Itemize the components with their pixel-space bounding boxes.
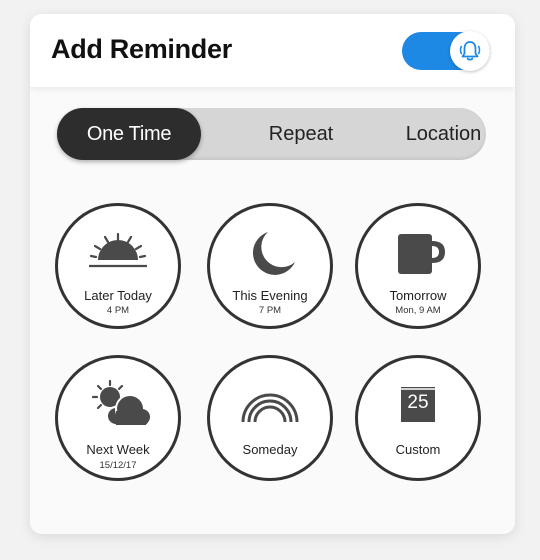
- calendar-icon: 25: [358, 358, 478, 428]
- option-tomorrow[interactable]: Tomorrow Mon, 9 AM: [355, 203, 481, 329]
- option-label: Next Week: [86, 442, 150, 457]
- option-sublabel: 7 PM: [258, 305, 282, 316]
- coffee-mug-icon: [398, 234, 445, 274]
- tab-location[interactable]: Location: [375, 108, 512, 160]
- option-label: This Evening: [232, 288, 308, 303]
- header: Add Reminder: [30, 14, 515, 87]
- option-someday[interactable]: Someday: [207, 355, 333, 481]
- page-title: Add Reminder: [51, 34, 232, 64]
- option-label: Later Today: [84, 288, 152, 303]
- toggle-knob[interactable]: [450, 31, 490, 71]
- calendar-day: 25: [407, 392, 429, 413]
- reminder-card: Add Reminder One Time Repeat Location La…: [30, 14, 515, 534]
- sun-cloud-icon: [91, 379, 150, 426]
- option-this-evening[interactable]: This Evening 7 PM: [207, 203, 333, 329]
- tab-repeat[interactable]: Repeat: [227, 108, 375, 160]
- reminder-type-tabs: One Time Repeat Location: [57, 108, 486, 160]
- sunset-icon: [89, 232, 147, 268]
- option-sublabel: Mon, 9 AM: [395, 305, 441, 316]
- moon-icon: [252, 232, 295, 275]
- option-label: Someday: [242, 442, 298, 457]
- option-sublabel: 4 PM: [106, 305, 130, 316]
- option-next-week[interactable]: Next Week 15/12/17: [55, 355, 181, 481]
- bell-ringing-icon: [459, 41, 481, 61]
- option-later-today[interactable]: Later Today 4 PM: [55, 203, 181, 329]
- rainbow-icon: [241, 393, 299, 423]
- option-label: Custom: [395, 442, 441, 457]
- option-sublabel: 15/12/17: [99, 460, 137, 471]
- reminder-toggle[interactable]: [402, 31, 490, 71]
- option-label: Tomorrow: [389, 288, 447, 303]
- option-custom[interactable]: 25 Custom: [355, 355, 481, 481]
- tab-one-time[interactable]: One Time: [57, 108, 201, 160]
